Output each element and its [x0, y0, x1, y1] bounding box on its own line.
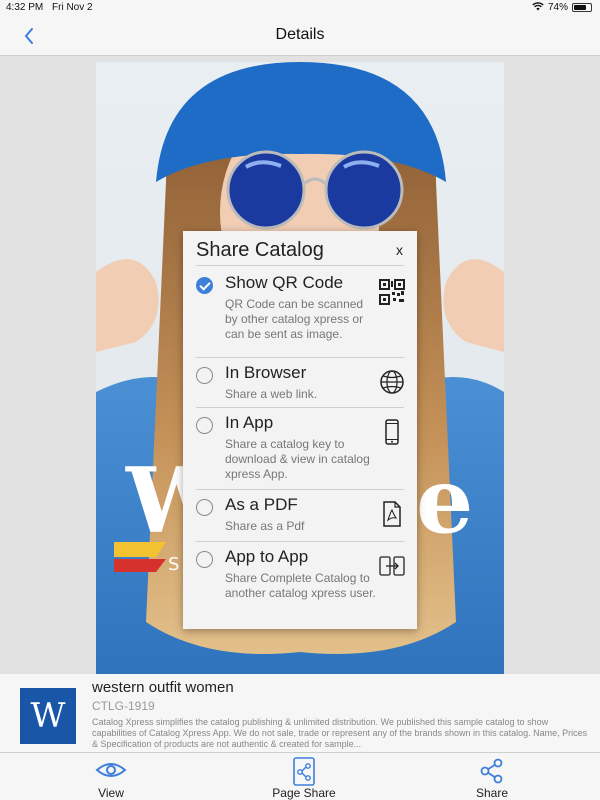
- option-in-browser[interactable]: In Browser Share a web link.: [196, 363, 407, 405]
- battery-percent: 74%: [547, 2, 568, 13]
- option-in-app[interactable]: In App Share a catalog key to download &…: [196, 413, 407, 487]
- radio-button[interactable]: [196, 499, 213, 516]
- option-title: Show QR Code: [225, 273, 344, 292]
- option-description: Share Complete Catalog to another catalo…: [225, 571, 376, 600]
- globe-icon: [380, 370, 404, 394]
- share-icon: [480, 758, 503, 784]
- share-catalog-dialog: Share Catalog x Show QR Code QR Code can…: [183, 231, 417, 629]
- cover-letter-right: e: [416, 448, 473, 554]
- catalog-description: Catalog Xpress simplifies the catalog pu…: [92, 717, 588, 749]
- radio-button[interactable]: [196, 417, 213, 434]
- divider: [196, 541, 404, 542]
- option-app-to-app[interactable]: App to App Share Complete Catalog to ano…: [196, 547, 407, 623]
- catalog-thumbnail[interactable]: W: [20, 688, 76, 744]
- catalog-code: CTLG-1919: [92, 699, 155, 713]
- status-bar: 4:32 PM Fri Nov 2 74%: [0, 0, 600, 16]
- radio-button[interactable]: [196, 277, 213, 294]
- option-as-pdf[interactable]: As a PDF Share as a Pdf: [196, 495, 407, 539]
- tab-label: Share: [475, 786, 509, 800]
- bottom-tab-bar: View Page Share Share: [0, 752, 600, 800]
- catalog-name: western outfit women: [92, 679, 234, 696]
- radio-button[interactable]: [196, 367, 213, 384]
- option-description: Share as a Pdf: [225, 519, 305, 533]
- tab-label: Page Share: [272, 786, 336, 800]
- navigation-bar: Details: [0, 16, 600, 56]
- close-button[interactable]: x: [396, 242, 403, 258]
- qr-code-icon: [379, 279, 405, 305]
- option-title: App to App: [225, 547, 309, 566]
- status-indicators: 74%: [532, 2, 592, 13]
- dialog-title: Share Catalog: [196, 239, 324, 261]
- option-title: In App: [225, 413, 274, 432]
- status-time: 4:32 PM: [6, 2, 44, 13]
- battery-icon: [572, 3, 592, 12]
- page-share-icon: [293, 757, 315, 786]
- tab-share[interactable]: Share: [437, 753, 547, 800]
- cover-subtext: S: [168, 554, 179, 575]
- eye-icon: [95, 763, 127, 777]
- tab-label: View: [98, 786, 124, 800]
- phone-icon: [385, 419, 399, 445]
- status-date: Fri Nov 2: [52, 2, 93, 13]
- catalog-info: W western outfit women CTLG-1919 Catalog…: [0, 674, 600, 752]
- pdf-icon: [383, 501, 401, 527]
- divider: [196, 265, 404, 266]
- option-description: Share a web link.: [225, 387, 318, 401]
- app-transfer-icon: [379, 556, 405, 576]
- divider: [196, 357, 404, 358]
- tab-page-share[interactable]: Page Share: [249, 753, 359, 800]
- divider: [196, 489, 404, 490]
- battery-level: [574, 5, 586, 10]
- wifi-icon: [532, 2, 544, 13]
- tab-view[interactable]: View: [56, 753, 166, 800]
- divider: [196, 407, 404, 408]
- option-show-qr-code[interactable]: Show QR Code QR Code can be scanned by o…: [196, 273, 407, 355]
- option-description: QR Code can be scanned by other catalog …: [225, 297, 364, 341]
- option-title: In Browser: [225, 363, 307, 382]
- option-description: Share a catalog key to download & view i…: [225, 437, 370, 481]
- option-title: As a PDF: [225, 495, 298, 514]
- radio-button[interactable]: [196, 551, 213, 568]
- page-title: Details: [275, 26, 325, 43]
